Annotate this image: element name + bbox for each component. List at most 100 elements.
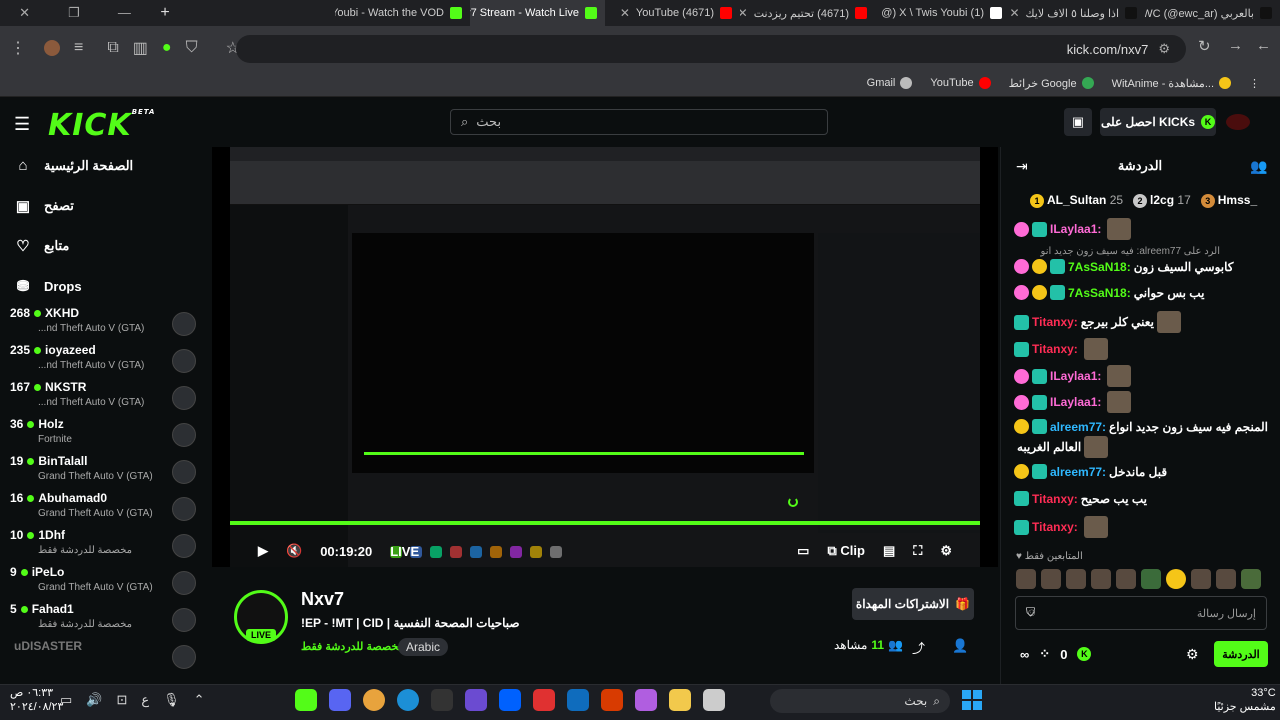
- gift-subs-button[interactable]: الاشتراكات المهداة 🎁: [852, 588, 974, 620]
- miniplayer-icon[interactable]: ▤: [883, 543, 895, 559]
- close-tab-icon[interactable]: ✕: [620, 6, 630, 20]
- streamer-name[interactable]: Nxv7: [301, 589, 344, 610]
- language-indicator[interactable]: ع: [141, 692, 149, 708]
- extensions-icon[interactable]: ⧉: [107, 39, 118, 57]
- taskbar-search[interactable]: بحث ⌕: [770, 689, 950, 713]
- browser-tab[interactable]: (4671) تحتيم ريزدنت ✕: [740, 0, 875, 26]
- live-indicator[interactable]: LIVE: [390, 544, 419, 559]
- back-icon[interactable]: ←: [1256, 37, 1271, 54]
- chat-message[interactable]: Titanxy:: [1014, 516, 1274, 538]
- chat-message[interactable]: alreem77: المنجم فيه سيف زون جديد انواع: [1014, 419, 1274, 434]
- chat-message[interactable]: alreem77: قبل ماندخل: [1014, 464, 1274, 479]
- microphone-icon[interactable]: 🎙: [163, 692, 180, 708]
- follow-icon[interactable]: 👤: [952, 638, 968, 654]
- chat-message[interactable]: ILaylaa1:: [1014, 218, 1274, 240]
- chat-input[interactable]: إرسال رسالة ☺: [1015, 596, 1267, 630]
- browser-tab[interactable]: Youbi - Watch the VOD✕: [335, 0, 470, 26]
- chat-message[interactable]: 7AsSaN18: يب بس حواني: [1014, 285, 1274, 300]
- sidebar-channel[interactable]: 10 1Dhf مخصصة للدردشة فقط: [10, 528, 200, 564]
- menu-icon[interactable]: ☰: [14, 114, 30, 135]
- sidebar-channel[interactable]: 235 ioyazeed ...nd Theft Auto V (GTA): [10, 343, 200, 379]
- outlook-icon[interactable]: [567, 689, 589, 711]
- search-input[interactable]: ⌕ بحث: [450, 109, 828, 135]
- network-icon[interactable]: ⊡: [116, 692, 127, 708]
- more-bookmarks-icon[interactable]: ⋮: [1249, 77, 1260, 90]
- settings-icon[interactable]: ⚙: [940, 543, 952, 559]
- system-clock[interactable]: ٠٦:٣٣ ص ٢٠٢٤/٠٨/٢٣: [10, 686, 63, 714]
- dropbox-icon[interactable]: [499, 689, 521, 711]
- sidebar-nav-item[interactable]: ⌂ الصفحة الرئيسية: [14, 157, 133, 174]
- leaderboard-entry[interactable]: 2 l2cg 17: [1133, 193, 1191, 208]
- kick-app-icon[interactable]: [295, 689, 317, 711]
- chat-message[interactable]: العالم الغريبه: [1014, 436, 1274, 458]
- reload-icon[interactable]: ↻: [1198, 37, 1211, 55]
- bookmark-item[interactable]: WitAnime - مشاهدة...: [1112, 77, 1231, 90]
- kick-extension-icon[interactable]: ●: [162, 39, 172, 57]
- bookmark-item[interactable]: Gmail: [867, 77, 913, 89]
- sidebar-channel[interactable]: 167 NKSTR ...nd Theft Auto V (GTA): [10, 380, 200, 416]
- kick-logo[interactable]: KICKBETA: [48, 108, 155, 143]
- language-tag[interactable]: Arabic: [398, 638, 449, 656]
- profile-icon[interactable]: [44, 40, 60, 56]
- play-icon[interactable]: ▶: [258, 543, 268, 559]
- sidebar-channel[interactable]: 36 Holz Fortnite: [10, 417, 200, 453]
- copilot-icon[interactable]: [635, 689, 657, 711]
- shield-icon[interactable]: ⛉: [1026, 605, 1035, 620]
- forward-icon[interactable]: →: [1228, 37, 1243, 54]
- sidebar-nav-item[interactable]: ▣ تصفح: [14, 197, 74, 215]
- chat-username[interactable]: ILaylaa1:: [1050, 369, 1101, 383]
- edge-icon[interactable]: [397, 689, 419, 711]
- media-icon[interactable]: ≡: [74, 39, 83, 57]
- send-chat-button[interactable]: الدردشة: [1214, 641, 1268, 667]
- fullscreen-icon[interactable]: ⛶: [913, 543, 922, 559]
- clip-button[interactable]: ⧉ Clip: [827, 543, 864, 559]
- extension-icon[interactable]: ▥: [133, 38, 148, 58]
- shield-icon[interactable]: ⛉: [186, 39, 198, 57]
- chat-username[interactable]: Titanxy:: [1032, 342, 1078, 356]
- browser-menu-icon[interactable]: ⋮: [10, 38, 26, 58]
- epic-games-icon[interactable]: [431, 689, 453, 711]
- address-bar[interactable]: kick.com/nxv7 ⚙: [236, 35, 1186, 63]
- sidebar-nav-item[interactable]: ⛃ Drops: [14, 277, 82, 295]
- browser-tab[interactable]: Nxv7 Stream - Watch Live✕: [470, 0, 605, 26]
- site-settings-icon[interactable]: ⚙: [1158, 41, 1170, 57]
- chat-message[interactable]: ILaylaa1:: [1014, 365, 1274, 387]
- chat-message[interactable]: Titanxy: يب يب صحيح: [1014, 491, 1274, 506]
- chat-username[interactable]: ILaylaa1:: [1050, 395, 1101, 409]
- close-window-icon[interactable]: ✕: [19, 5, 30, 21]
- stream-category[interactable]: مخصصة للدردشة فقط: [301, 640, 404, 653]
- leaderboard-entry[interactable]: 1 AL_Sultan 25: [1030, 193, 1123, 208]
- video-player[interactable]: [212, 147, 998, 567]
- battery-icon[interactable]: ▭: [60, 692, 72, 708]
- store-icon[interactable]: ▣: [1064, 108, 1092, 136]
- avatar[interactable]: [1226, 114, 1250, 130]
- windows-start-icon[interactable]: [962, 690, 982, 710]
- chat-users-icon[interactable]: 👥: [1250, 158, 1267, 175]
- chat-username[interactable]: Titanxy:: [1032, 315, 1078, 329]
- chat-message[interactable]: ILaylaa1:: [1014, 391, 1274, 413]
- browser-tab[interactable]: اذا وصلنا ٥ الاف لايك ✕: [1010, 0, 1145, 26]
- chevron-up-icon[interactable]: ⌃: [194, 692, 205, 708]
- sidebar-channel[interactable]: 268 XKHD ...nd Theft Auto V (GTA): [10, 306, 200, 342]
- bookmark-item[interactable]: YouTube: [930, 77, 991, 89]
- sidebar-channel[interactable]: uDISASTER: [10, 639, 200, 675]
- chat-username[interactable]: alreem77:: [1050, 420, 1106, 434]
- maximize-window-icon[interactable]: ❐: [68, 5, 80, 21]
- close-tab-icon[interactable]: ✕: [740, 6, 748, 20]
- mute-icon[interactable]: 🔇: [286, 543, 302, 559]
- browser-tab[interactable]: (4671) YouTube ✕: [605, 0, 740, 26]
- close-tab-icon[interactable]: ✕: [1010, 6, 1020, 20]
- new-tab-button[interactable]: +: [150, 4, 180, 22]
- discord-icon[interactable]: [329, 689, 351, 711]
- file-explorer-icon[interactable]: [669, 689, 691, 711]
- chat-username[interactable]: ILaylaa1:: [1050, 222, 1101, 236]
- task-view-icon[interactable]: [703, 689, 725, 711]
- weather-widget[interactable]: 33°C مشمس جزئيًا: [1214, 686, 1276, 714]
- chat-username[interactable]: Titanxy:: [1032, 492, 1078, 506]
- sidebar-nav-item[interactable]: ♡ متابع: [14, 237, 69, 255]
- chat-username[interactable]: Titanxy:: [1032, 520, 1078, 534]
- browser-tab[interactable]: بالعربي EWC (@ewc_ar)✕: [1145, 0, 1280, 26]
- chat-message[interactable]: Titanxy: يعني كلر بيرجع: [1014, 311, 1274, 333]
- office-icon[interactable]: [601, 689, 623, 711]
- leaderboard-entry[interactable]: 3 Hmss_: [1200, 193, 1257, 208]
